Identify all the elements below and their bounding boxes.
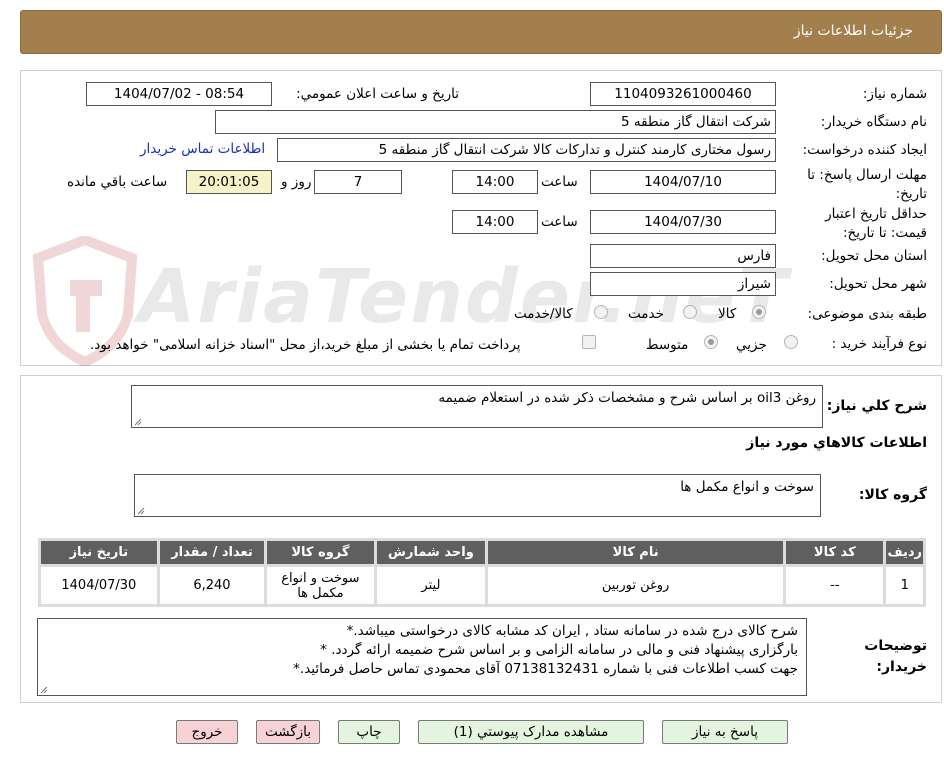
validity-time-label: ساعت: [541, 214, 578, 230]
col-header-quantity: تعداد / مقدار: [156, 538, 268, 567]
cell-item-group: سوخت و انواع مكمل ها: [264, 564, 377, 607]
general-description-text: روغن oil3 بر اساس شرح و مشخصات ذکر شده د…: [438, 390, 816, 406]
city-field: شيراز: [590, 272, 776, 296]
deadline-label: مهلت ارسال پاسخ: تا تاريخ:: [807, 167, 927, 202]
col-header-unit: واحد شمارش: [373, 538, 489, 567]
announce-datetime-label: تاريخ و ساعت اعلان عمومي:: [296, 86, 459, 102]
window-title-bar: جزئیات اطلاعات نیاز: [20, 10, 942, 54]
resize-grip-icon: [40, 686, 48, 694]
resize-grip-icon: [134, 418, 142, 426]
col-header-item-group: گروه كالا: [264, 538, 377, 567]
view-attachments-button[interactable]: مشاهده مدارک پيوستي (1): [418, 720, 644, 744]
col-header-row-number: رديف: [883, 538, 926, 567]
goods-table: رديف كد كالا نام كالا واحد شمارش گروه كا…: [38, 538, 926, 607]
category-radio-goods-service[interactable]: [594, 305, 608, 319]
process-radio-minor[interactable]: [784, 335, 798, 349]
buyer-contact-link[interactable]: اطلاعات تماس خريدار: [140, 141, 265, 157]
reply-button[interactable]: پاسخ به نياز: [662, 720, 788, 744]
category-radio-service[interactable]: [683, 305, 697, 319]
validity-time-field: 14:00: [452, 210, 538, 234]
goods-group-text: سوخت و انواع مكمل ها: [680, 479, 814, 495]
cell-quantity: 6,240: [156, 564, 268, 607]
col-header-item-code: كد كالا: [783, 538, 887, 567]
buyer-org-label: نام دستگاه خريدار:: [820, 114, 927, 130]
city-label: شهر محل تحويل:: [829, 276, 927, 292]
process-radio-medium[interactable]: [704, 335, 718, 349]
general-description-field[interactable]: روغن oil3 بر اساس شرح و مشخصات ذکر شده د…: [131, 385, 823, 428]
buyer-note-line: جهت کسب اطلاعات فنی با شماره 07138132431…: [293, 661, 798, 677]
category-label: طبقه بندی موضوعی:: [807, 306, 927, 322]
general-description-label: شرح كلي نياز:: [826, 398, 927, 414]
cell-item-name: روغن توربین: [485, 564, 787, 607]
buyer-note-line: شرح کالای درج شده در سامانه ستاد , ایران…: [346, 623, 798, 639]
window-title: جزئیات اطلاعات نیاز: [793, 23, 913, 39]
goods-table-header-row: رديف كد كالا نام كالا واحد شمارش گروه كا…: [38, 538, 926, 567]
countdown-field: 20:01:05: [186, 170, 272, 194]
buyer-notes-field[interactable]: شرح کالای درج شده در سامانه ستاد , ایران…: [37, 618, 807, 696]
col-header-need-date: تاريخ نياز: [38, 538, 160, 567]
resize-grip-icon: [137, 507, 145, 515]
treasury-payment-checkbox[interactable]: [582, 335, 596, 349]
need-number-label: شماره نیاز:: [862, 86, 927, 102]
treasury-payment-note: پرداخت تمام یا بخشی از مبلغ خرید،از محل …: [90, 337, 521, 353]
buyer-org-field: شركت انتقال گاز منطقه 5: [215, 110, 776, 134]
days-field: 7: [314, 170, 402, 194]
exit-button[interactable]: خروج: [176, 720, 238, 744]
back-button[interactable]: بازگشت: [256, 720, 320, 744]
category-option-goods-service: كالا/خدمت: [514, 306, 573, 322]
process-option-minor: جزيي: [736, 337, 767, 353]
goods-info-heading: اطلاعات كالاهاي مورد نياز: [746, 435, 927, 451]
table-row: 1 -- روغن توربین لیتر سوخت و انواع مكمل …: [38, 564, 926, 607]
process-label: نوع فرآيند خريد :: [831, 336, 927, 352]
cell-unit: لیتر: [373, 564, 489, 607]
category-radio-goods[interactable]: [752, 305, 766, 319]
col-header-item-name: نام كالا: [485, 538, 787, 567]
cell-row-number: 1: [883, 564, 926, 607]
remaining-label: ساعت باقي مانده: [67, 174, 168, 190]
buyer-notes-label: توضيحات خريدار:: [864, 638, 927, 675]
category-option-service: خدمت: [628, 306, 664, 322]
cell-need-date: 1404/07/30: [38, 564, 160, 607]
need-number-field: 1104093261000460: [590, 82, 776, 106]
buyer-note-line: بارگزاری پیشنهاد فنی و مالی در سامانه ال…: [320, 642, 798, 658]
category-option-goods: كالا: [718, 306, 737, 322]
days-label: روز و: [281, 174, 312, 190]
deadline-time-field: 14:00: [452, 170, 538, 194]
validity-date-field: 1404/07/30: [590, 210, 776, 234]
deadline-date-field: 1404/07/10: [590, 170, 776, 194]
cell-item-code: --: [783, 564, 887, 607]
deadline-time-label: ساعت: [541, 174, 578, 190]
announce-datetime-field: 1404/07/02 - 08:54: [86, 82, 272, 106]
process-option-medium: متوسط: [646, 337, 689, 353]
requester-field: رسول مختاری کارمند کنترل و تدارکات کالا …: [277, 138, 776, 162]
goods-group-field[interactable]: سوخت و انواع مكمل ها: [134, 474, 821, 517]
validity-label: حداقل تاريخ اعتبار قيمت: تا تاريخ:: [825, 206, 927, 241]
requester-label: ايجاد كننده درخواست:: [802, 142, 927, 158]
province-field: فارس: [590, 244, 776, 268]
goods-group-label: گروه كالا:: [858, 487, 927, 503]
print-button[interactable]: چاپ: [338, 720, 400, 744]
province-label: استان محل تحويل:: [821, 248, 927, 264]
